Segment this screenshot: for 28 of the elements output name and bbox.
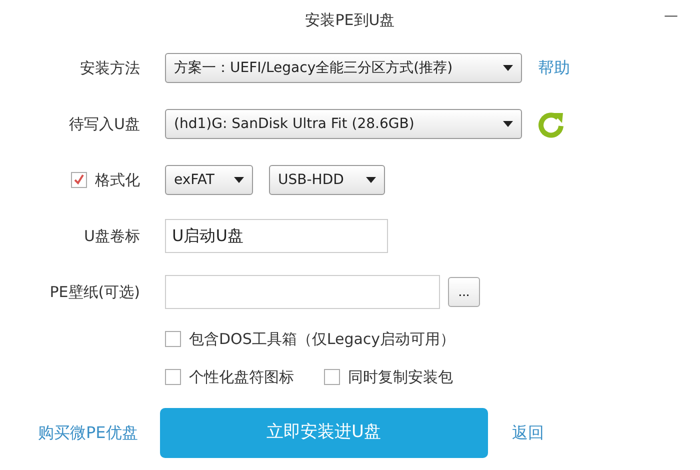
option-label: 个性化盘符图标 <box>189 366 294 388</box>
field-label: PE壁纸(可选) <box>48 282 140 303</box>
checkbox[interactable] <box>165 331 181 347</box>
caret-icon <box>234 177 244 183</box>
field-label: 待写入U盘 <box>68 114 140 135</box>
caret-icon <box>503 65 513 71</box>
option-label: 包含DOS工具箱（仅Legacy启动可用） <box>189 328 456 350</box>
dropdown[interactable]: USB-HDD <box>269 165 385 195</box>
field-label: U盘卷标 <box>83 226 140 247</box>
checkbox[interactable] <box>324 369 340 385</box>
dropdown[interactable]: (hd1)G: SanDisk Ultra Fit (28.6GB) <box>165 109 522 139</box>
caret-icon <box>366 177 376 183</box>
checkbox[interactable] <box>165 369 181 385</box>
help-link[interactable]: 帮助 <box>538 56 570 80</box>
option-label: 同时复制安装包 <box>348 366 453 388</box>
buy-link[interactable]: 购买微PE优盘 <box>38 421 138 445</box>
field-label: 安装方法 <box>79 58 140 79</box>
dropdown[interactable]: exFAT <box>165 165 253 195</box>
caret-icon <box>503 121 513 127</box>
text-field[interactable]: U启动U盘 <box>165 219 388 253</box>
checkbox[interactable] <box>71 172 87 188</box>
window-title: 安装PE到U盘 <box>305 10 395 31</box>
field-label: 格式化 <box>95 170 140 191</box>
text-field[interactable] <box>165 275 440 309</box>
minimize-button[interactable]: — <box>664 6 678 27</box>
browse-button[interactable]: ... <box>448 277 480 307</box>
dropdown[interactable]: 方案一：UEFI/Legacy全能三分区方式(推荐) <box>165 53 522 83</box>
back-link[interactable]: 返回 <box>512 421 544 445</box>
